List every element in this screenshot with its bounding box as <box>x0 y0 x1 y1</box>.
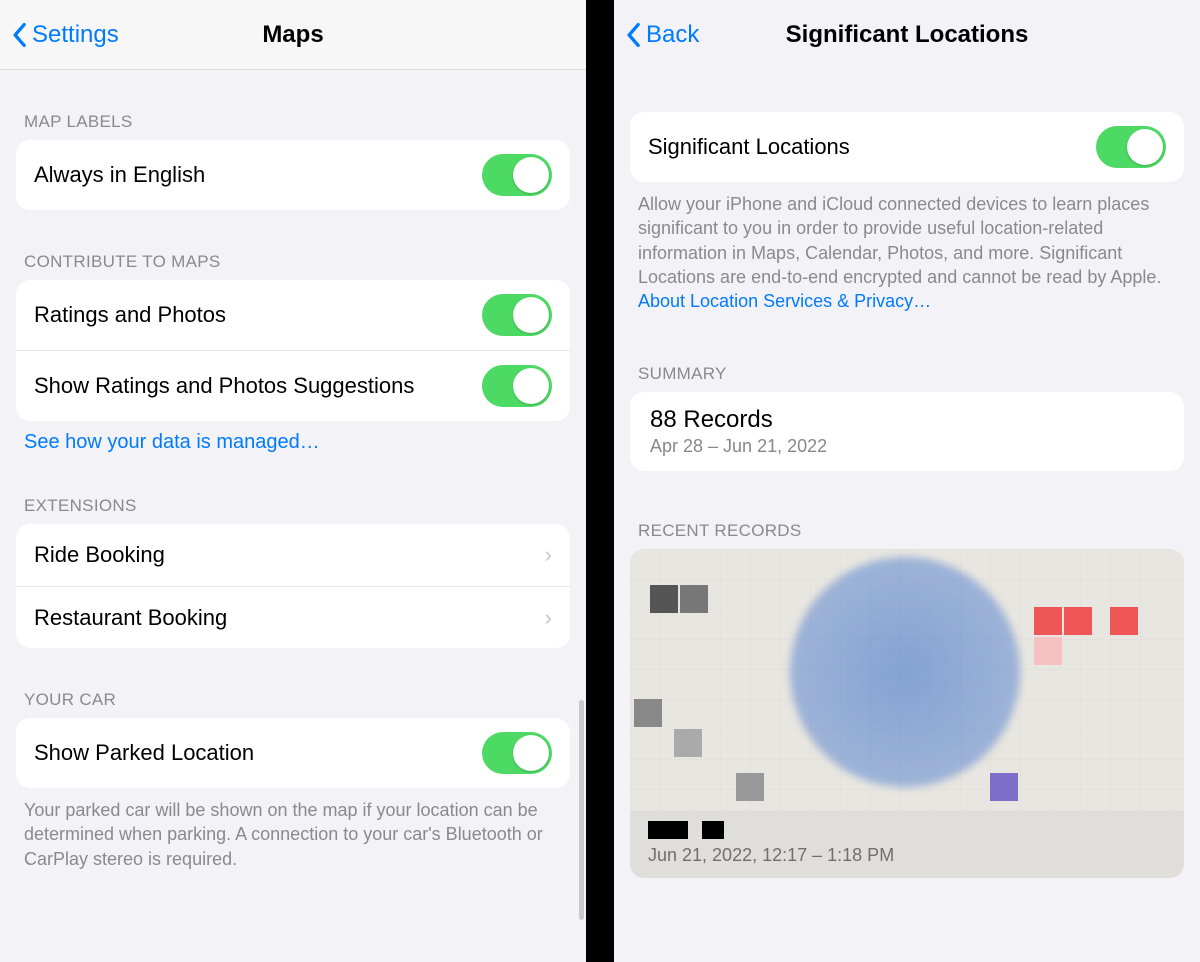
row-sig-locations[interactable]: Significant Locations <box>630 112 1184 182</box>
back-label: Back <box>646 21 699 49</box>
chevron-right-icon: › <box>545 542 552 568</box>
footer-text-parked: Your parked car will be shown on the map… <box>0 788 586 871</box>
row-label: Significant Locations <box>648 133 1096 161</box>
redacted-block <box>702 821 724 839</box>
group-contribute: Ratings and Photos Show Ratings and Phot… <box>16 280 570 421</box>
section-header: SUMMARY <box>614 364 1200 392</box>
toggle-show-suggestions[interactable] <box>482 365 552 407</box>
scrollbar[interactable] <box>579 700 584 920</box>
toggle-sig-locations[interactable] <box>1096 126 1166 168</box>
section-header: CONTRIBUTE TO MAPS <box>0 252 586 280</box>
navbar: Settings Maps <box>0 0 586 70</box>
row-label: Show Parked Location <box>34 739 482 767</box>
row-label: Show Ratings and Photos Suggestions <box>34 372 482 400</box>
chevron-right-icon: › <box>545 605 552 631</box>
summary-count: 88 Records <box>650 406 1164 434</box>
row-show-suggestions[interactable]: Show Ratings and Photos Suggestions <box>16 350 570 421</box>
redacted-block <box>648 821 688 839</box>
summary-range: Apr 28 – Jun 21, 2022 <box>650 436 1164 457</box>
section-header: YOUR CAR <box>0 690 586 718</box>
section-header: MAP LABELS <box>0 112 586 140</box>
back-button[interactable]: Back <box>624 21 699 49</box>
row-label: Ride Booking <box>34 541 545 569</box>
chevron-left-icon <box>10 22 28 48</box>
row-label: Always in English <box>34 161 482 189</box>
link-privacy[interactable]: About Location Services & Privacy… <box>614 289 1200 312</box>
row-label: Ratings and Photos <box>34 301 482 329</box>
group-extensions: Ride Booking › Restaurant Booking › <box>16 524 570 648</box>
record-timestamp: Jun 21, 2022, 12:17 – 1:18 PM <box>648 845 1166 866</box>
chevron-left-icon <box>624 22 642 48</box>
map-thumbnail <box>630 549 1184 811</box>
back-label: Settings <box>32 21 119 49</box>
significant-locations-pane: Back Significant Locations Significant L… <box>614 0 1200 962</box>
section-your-car: YOUR CAR Show Parked Location Your parke… <box>0 648 586 871</box>
row-always-english[interactable]: Always in English <box>16 140 570 210</box>
recent-record-card[interactable]: Jun 21, 2022, 12:17 – 1:18 PM <box>630 549 1184 878</box>
section-sig-locations: Significant Locations Allow your iPhone … <box>614 70 1200 312</box>
row-restaurant-booking[interactable]: Restaurant Booking › <box>16 586 570 648</box>
footer-text-sig: Allow your iPhone and iCloud connected d… <box>614 182 1200 289</box>
group-your-car: Show Parked Location <box>16 718 570 788</box>
row-show-parked[interactable]: Show Parked Location <box>16 718 570 788</box>
section-header: EXTENSIONS <box>0 496 586 524</box>
section-extensions: EXTENSIONS Ride Booking › Restaurant Boo… <box>0 454 586 648</box>
redacted-location-line <box>648 821 1166 839</box>
group-map-labels: Always in English <box>16 140 570 210</box>
record-caption: Jun 21, 2022, 12:17 – 1:18 PM <box>630 811 1184 878</box>
maps-settings-pane: Settings Maps MAP LABELS Always in Engli… <box>0 0 586 962</box>
toggle-ratings-photos[interactable] <box>482 294 552 336</box>
row-summary[interactable]: 88 Records Apr 28 – Jun 21, 2022 <box>630 392 1184 471</box>
section-summary: SUMMARY 88 Records Apr 28 – Jun 21, 2022 <box>614 312 1200 471</box>
navbar: Back Significant Locations <box>614 0 1200 70</box>
group-summary: 88 Records Apr 28 – Jun 21, 2022 <box>630 392 1184 471</box>
row-label: Restaurant Booking <box>34 604 545 632</box>
section-map-labels: MAP LABELS Always in English <box>0 70 586 210</box>
section-header: RECENT RECORDS <box>614 521 1200 549</box>
section-contribute: CONTRIBUTE TO MAPS Ratings and Photos Sh… <box>0 210 586 454</box>
link-data-managed[interactable]: See how your data is managed… <box>0 421 586 454</box>
group-sig-locations: Significant Locations <box>630 112 1184 182</box>
back-button[interactable]: Settings <box>10 21 119 49</box>
pane-divider <box>586 0 614 962</box>
toggle-show-parked[interactable] <box>482 732 552 774</box>
section-recent: RECENT RECORDS Jun <box>614 471 1200 878</box>
page-title: Significant Locations <box>614 21 1200 49</box>
row-ratings-photos[interactable]: Ratings and Photos <box>16 280 570 350</box>
toggle-always-english[interactable] <box>482 154 552 196</box>
row-ride-booking[interactable]: Ride Booking › <box>16 524 570 586</box>
